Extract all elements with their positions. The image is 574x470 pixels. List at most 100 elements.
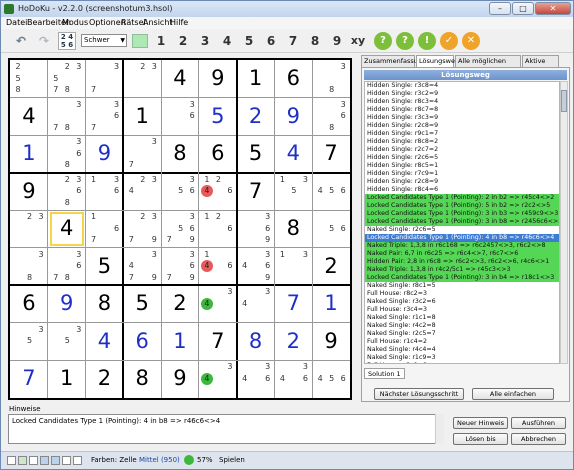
cell-r3c9[interactable]: 7: [312, 135, 350, 173]
color-swatch-green[interactable]: [18, 456, 27, 465]
step-item[interactable]: Locked Candidates Type 1 (Pointing): 4 i…: [365, 234, 559, 242]
filter-digit-3[interactable]: 3: [197, 32, 213, 50]
paste-all-button[interactable]: Alle einfachen: [472, 388, 554, 400]
redo-arrow-icon[interactable]: ↷: [34, 32, 54, 50]
hint-vague-icon[interactable]: ?: [374, 32, 392, 50]
step-item[interactable]: Locked Candidates Type 1 (Pointing): 3 i…: [365, 274, 559, 282]
cell-r1c4[interactable]: 23: [123, 60, 161, 98]
cell-r8c1[interactable]: 35: [10, 323, 48, 361]
cell-r7c6[interactable]: 34: [199, 285, 237, 323]
step-item[interactable]: Hidden Single: r7c9=1: [365, 170, 559, 178]
step-list-scrollbar[interactable]: [560, 81, 568, 364]
color-swatch-white[interactable]: [7, 456, 16, 465]
filter-digit-9[interactable]: 9: [329, 32, 345, 50]
step-item[interactable]: Hidden Single: r3c8=4: [365, 82, 559, 90]
cell-r5c8[interactable]: 8: [274, 210, 312, 248]
cell-r3c8[interactable]: 4: [274, 135, 312, 173]
filter-xy-button[interactable]: xy: [348, 32, 368, 50]
cell-r1c5[interactable]: 4: [161, 60, 199, 98]
cell-r5c4[interactable]: 23 7 9: [123, 210, 161, 248]
color-swatch-white-3[interactable]: [62, 456, 71, 465]
step-item[interactable]: Hidden Single: r2c6=5: [365, 154, 559, 162]
cell-r1c8[interactable]: 6: [274, 60, 312, 98]
cancel-button[interactable]: Abbrechen: [511, 433, 566, 445]
cell-r8c5[interactable]: 1: [161, 323, 199, 361]
step-item[interactable]: Naked Single: r1c9=3: [365, 354, 559, 362]
cell-r9c1[interactable]: 7: [10, 360, 48, 398]
cell-r7c4[interactable]: 5: [123, 285, 161, 323]
tab-solution-1[interactable]: Solution 1: [364, 368, 405, 379]
undo-arrow-icon[interactable]: ↶: [11, 32, 31, 50]
cell-r9c5[interactable]: 9: [161, 360, 199, 398]
step-item[interactable]: Locked Candidates Type 1 (Pointing): 3 i…: [365, 210, 559, 218]
filter-digit-4[interactable]: 4: [219, 32, 235, 50]
cell-r8c8[interactable]: 2: [274, 323, 312, 361]
filter-digit-2[interactable]: 2: [175, 32, 191, 50]
color-swatch-white-2[interactable]: [29, 456, 38, 465]
cell-r5c9[interactable]: 56: [312, 210, 350, 248]
cell-r1c6[interactable]: 9: [199, 60, 237, 98]
step-item[interactable]: Hidden Single: r8c8=2: [365, 138, 559, 146]
step-item[interactable]: Naked Single: r4c2=8: [365, 322, 559, 330]
menu-hilfe[interactable]: Hilfe: [170, 18, 188, 27]
step-item[interactable]: Locked Candidates Type 1 (Pointing): 3 i…: [365, 218, 559, 226]
execute-step-icon[interactable]: ✓: [440, 32, 458, 50]
color-swatch-icon[interactable]: [132, 34, 148, 48]
cell-r4c8[interactable]: 1 35: [274, 173, 312, 211]
filter-digit-7[interactable]: 7: [285, 32, 301, 50]
step-item[interactable]: Hidden Single: r9c1=7: [365, 130, 559, 138]
cell-r2c2[interactable]: 3 78: [48, 98, 86, 136]
cell-r4c1[interactable]: 9: [10, 173, 48, 211]
cell-r9c8[interactable]: 3 4 6: [274, 360, 312, 398]
filter-digit-1[interactable]: 1: [153, 32, 169, 50]
step-item[interactable]: Naked Pair: 6,7 in r6c25 => r6c4<>7, r6c…: [365, 250, 559, 258]
cell-r3c5[interactable]: 8: [161, 135, 199, 173]
cell-r4c5[interactable]: 356: [161, 173, 199, 211]
step-item[interactable]: Full House: r2c9=8: [365, 362, 559, 363]
step-item[interactable]: Locked Candidates Type 1 (Pointing): 2 i…: [365, 194, 559, 202]
cell-r9c2[interactable]: 1: [48, 360, 86, 398]
menu-modus[interactable]: Modus: [62, 18, 88, 27]
step-item[interactable]: Naked Single: r8c1=5: [365, 282, 559, 290]
cell-r3c4[interactable]: 37: [123, 135, 161, 173]
cell-r5c2[interactable]: 4: [48, 210, 86, 248]
cell-r6c1[interactable]: 38: [10, 248, 48, 286]
cell-r1c7[interactable]: 1: [237, 60, 275, 98]
cell-r1c9[interactable]: 38: [312, 60, 350, 98]
cell-r3c2[interactable]: 368: [48, 135, 86, 173]
step-item[interactable]: Hidden Single: r8c4=6: [365, 186, 559, 194]
step-item[interactable]: Hidden Single: r3c2=9: [365, 90, 559, 98]
cell-r6c6[interactable]: 1 6 4: [199, 248, 237, 286]
step-item[interactable]: Naked Single: r4c4=4: [365, 346, 559, 354]
step-item[interactable]: Locked Candidates Type 1 (Pointing): 5 i…: [365, 202, 559, 210]
cell-r2c3[interactable]: 3 6 7: [86, 98, 124, 136]
cell-r4c7[interactable]: 7: [237, 173, 275, 211]
step-item[interactable]: Hidden Single: r8c5=1: [365, 162, 559, 170]
cell-r3c7[interactable]: 5: [237, 135, 275, 173]
cell-r4c3[interactable]: 1 3 6: [86, 173, 124, 211]
cell-r5c3[interactable]: 1 6 7: [86, 210, 124, 248]
cell-r7c7[interactable]: 34: [237, 285, 275, 323]
step-item[interactable]: Naked Single: r2c5=7: [365, 330, 559, 338]
menu-ansicht[interactable]: Ansicht: [143, 18, 173, 27]
step-item[interactable]: Naked Single: r3c2=6: [365, 298, 559, 306]
step-item[interactable]: Hidden Single: r2c8=9: [365, 122, 559, 130]
step-item[interactable]: Full House: r3c4=3: [365, 306, 559, 314]
cell-r3c1[interactable]: 1: [10, 135, 48, 173]
generate-icon[interactable]: 2 45 6: [58, 32, 76, 50]
cell-r6c5[interactable]: 3 6 7 9: [161, 248, 199, 286]
cell-r8c4[interactable]: 6: [123, 323, 161, 361]
cell-r6c9[interactable]: 2: [312, 248, 350, 286]
cell-r5c7[interactable]: 36 9: [237, 210, 275, 248]
cell-r2c6[interactable]: 5: [199, 98, 237, 136]
cell-r3c6[interactable]: 6: [199, 135, 237, 173]
step-item[interactable]: Naked Single: r2c6=5: [365, 226, 559, 234]
cell-r2c1[interactable]: 4: [10, 98, 48, 136]
cell-r5c5[interactable]: 356 7 9: [161, 210, 199, 248]
cell-r5c1[interactable]: 23: [10, 210, 48, 248]
scrollbar-thumb[interactable]: [561, 90, 567, 112]
cell-r9c7[interactable]: 3 4 6: [237, 360, 275, 398]
cell-r7c1[interactable]: 6: [10, 285, 48, 323]
cell-r9c6[interactable]: 34: [199, 360, 237, 398]
color-swatch-blue-2[interactable]: [51, 456, 60, 465]
